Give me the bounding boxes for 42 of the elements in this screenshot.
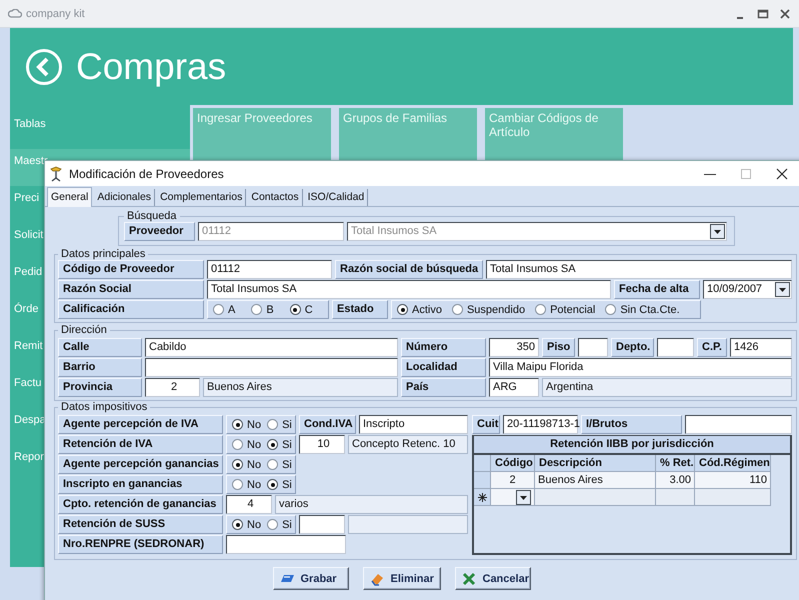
readonly-field: Buenos Aires — [203, 378, 398, 397]
table-cell: 110 — [695, 472, 771, 489]
field-label: Fecha de alta — [614, 280, 700, 299]
field-label: Cpto. retención de ganancias — [58, 495, 223, 514]
page-title: Compras — [76, 46, 226, 88]
field-label: Proveedor — [124, 222, 195, 241]
field-label: Localidad — [401, 358, 486, 377]
field-label: Retención de IVA — [58, 435, 223, 454]
field-label: C.P. — [697, 338, 727, 357]
field-label: Razón social de búsqueda — [335, 260, 483, 279]
field-label: Retención de SUSS — [58, 515, 223, 534]
field-label: Agente percepción de IVA — [58, 415, 223, 434]
readonly-field: Concepto Retenc. 10 — [348, 435, 468, 454]
field-label: Provincia — [58, 378, 142, 397]
field-label: Calle — [58, 338, 142, 357]
window-title: company kit — [26, 8, 85, 20]
field-label: I/Brutos — [581, 415, 682, 434]
readonly-field: Argentina — [542, 378, 792, 397]
field-label: País — [401, 378, 486, 397]
group-title: Búsqueda — [126, 210, 178, 222]
field-label: Nro.RENPRE (SEDRONAR) — [58, 535, 223, 554]
field-label: Razón Social — [58, 280, 204, 299]
readonly-field: varios — [275, 495, 468, 514]
group-title: Datos principales — [60, 248, 146, 260]
field-label: Código de Proveedor — [58, 260, 204, 279]
field-label: Cond.IVA — [299, 415, 356, 434]
group-title: Datos impositivos — [60, 401, 148, 413]
field-label: Calificación — [58, 300, 204, 319]
table-cell: 3.00 — [656, 472, 695, 489]
field-label: Estado — [332, 300, 388, 319]
group-title: Dirección — [60, 324, 108, 336]
field-label: Depto. — [611, 338, 654, 357]
table-cell: Buenos Aires — [535, 472, 656, 489]
field-label: Cuit — [472, 415, 500, 434]
table-cell: 2 — [491, 472, 535, 489]
field-label: Inscripto en ganancias — [58, 475, 223, 494]
grid-title: Retención IIBB por jurisdicción — [474, 436, 790, 455]
dialog-title: Modificación de Proveedores — [69, 166, 224, 180]
field-label: Número — [401, 338, 486, 357]
field-label: Agente percepción ganancias — [58, 455, 223, 474]
field-label: Barrio — [58, 358, 142, 377]
field-label: Piso — [542, 338, 575, 357]
